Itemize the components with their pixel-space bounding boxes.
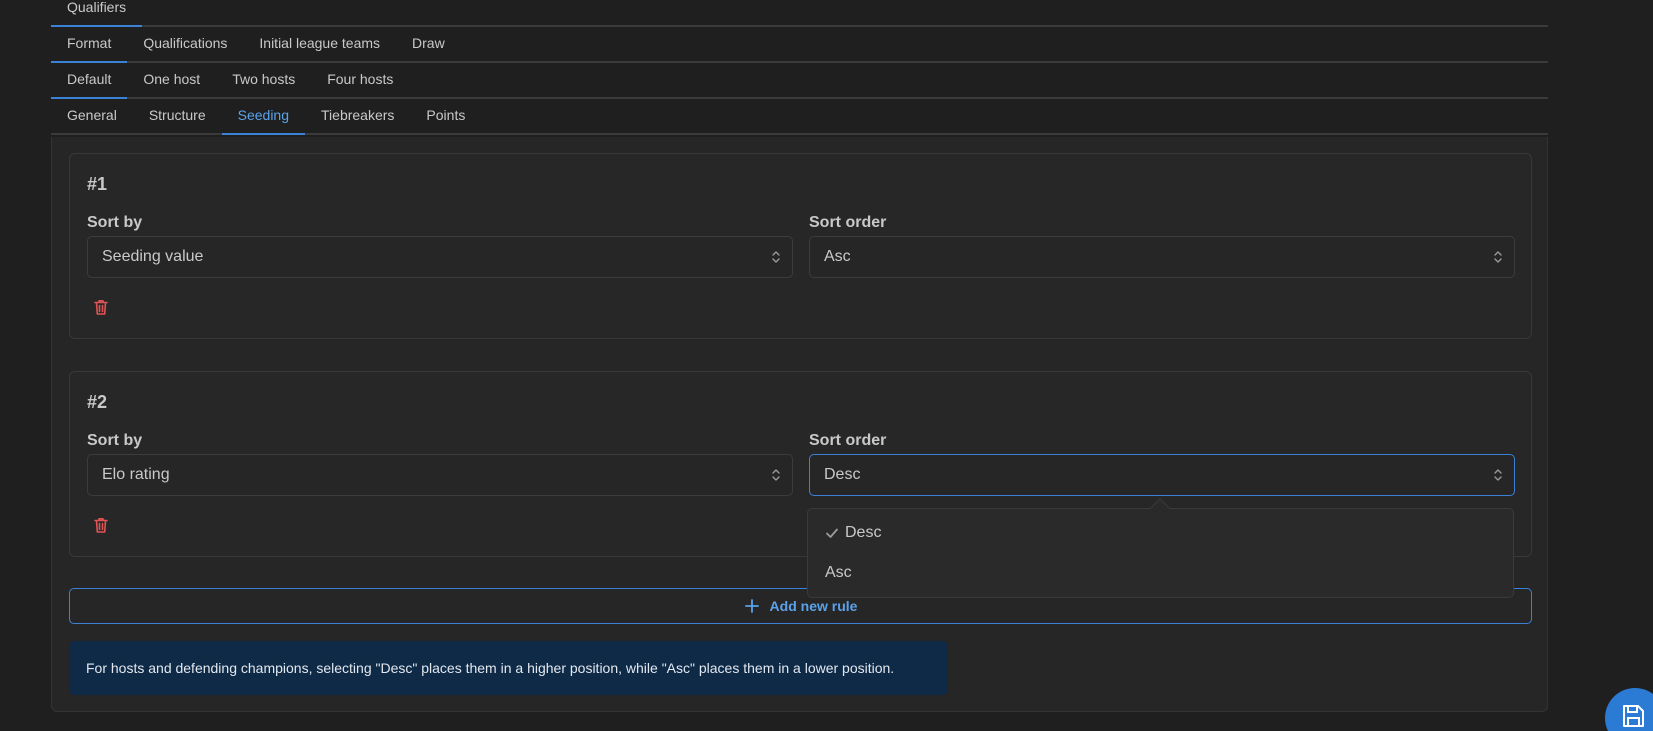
sort-order-value: Asc xyxy=(824,248,851,265)
tabs-level-1: Format Qualifications Initial league tea… xyxy=(51,27,1548,63)
tab-draw[interactable]: Draw xyxy=(396,25,461,61)
chevron-updown-icon xyxy=(772,469,780,481)
tab-tiebreakers[interactable]: Tiebreakers xyxy=(305,97,410,133)
save-icon xyxy=(1623,705,1644,727)
chevron-updown-icon xyxy=(1494,469,1502,481)
chevron-updown-icon xyxy=(1494,251,1502,263)
trash-icon[interactable] xyxy=(92,516,110,534)
sort-order-select[interactable]: Asc xyxy=(809,236,1515,278)
sort-by-value: Seeding value xyxy=(102,248,204,265)
sort-order-value: Desc xyxy=(824,466,861,483)
tab-general[interactable]: General xyxy=(51,97,133,133)
sort-by-select[interactable]: Seeding value xyxy=(87,236,793,278)
tab-qualifications[interactable]: Qualifications xyxy=(127,25,243,61)
tabs-level-3: General Structure Seeding Tiebreakers Po… xyxy=(51,99,1548,135)
page: Qualifiers Format Qualifications Initial… xyxy=(0,0,1653,731)
tab-seeding[interactable]: Seeding xyxy=(221,97,306,135)
option-label: Desc xyxy=(845,524,882,541)
tab-one-host[interactable]: One host xyxy=(127,61,216,97)
add-rule-label: Add new rule xyxy=(769,598,858,614)
tab-two-hosts[interactable]: Two hosts xyxy=(216,61,311,97)
sort-order-dropdown: Desc Asc xyxy=(807,508,1514,598)
rule-card-1: #1 Sort by Sort order Seeding value Asc xyxy=(69,153,1532,339)
info-note: For hosts and defending champions, selec… xyxy=(69,641,948,695)
option-asc[interactable]: Asc xyxy=(808,553,1513,593)
sort-by-label: Sort by xyxy=(87,432,143,449)
tab-default[interactable]: Default xyxy=(51,61,128,99)
rule-title: #1 xyxy=(87,174,108,194)
tab-four-hosts[interactable]: Four hosts xyxy=(311,61,409,97)
sort-by-label: Sort by xyxy=(87,214,143,231)
rule-title: #2 xyxy=(87,392,108,412)
tab-structure[interactable]: Structure xyxy=(133,97,222,133)
sort-by-select[interactable]: Elo rating xyxy=(87,454,793,496)
option-label: Asc xyxy=(825,564,852,581)
sort-order-label: Sort order xyxy=(809,432,887,449)
tab-format[interactable]: Format xyxy=(51,25,128,63)
tab-points[interactable]: Points xyxy=(410,97,481,133)
trash-icon[interactable] xyxy=(92,298,110,316)
tab-initial-league-teams[interactable]: Initial league teams xyxy=(243,25,396,61)
tabs-level-2: Default One host Two hosts Four hosts xyxy=(51,63,1548,99)
sort-order-select[interactable]: Desc xyxy=(809,454,1515,496)
option-desc[interactable]: Desc xyxy=(808,513,1513,553)
tabs-level-0: Qualifiers xyxy=(51,0,1548,27)
tab-qualifiers[interactable]: Qualifiers xyxy=(51,0,143,27)
chevron-updown-icon xyxy=(772,251,780,263)
sort-order-label: Sort order xyxy=(809,214,887,231)
sort-by-value: Elo rating xyxy=(102,466,170,483)
plus-icon xyxy=(744,599,759,613)
save-button[interactable] xyxy=(1605,688,1653,731)
check-icon xyxy=(826,528,838,538)
seeding-panel: #1 Sort by Sort order Seeding value Asc … xyxy=(51,137,1548,712)
